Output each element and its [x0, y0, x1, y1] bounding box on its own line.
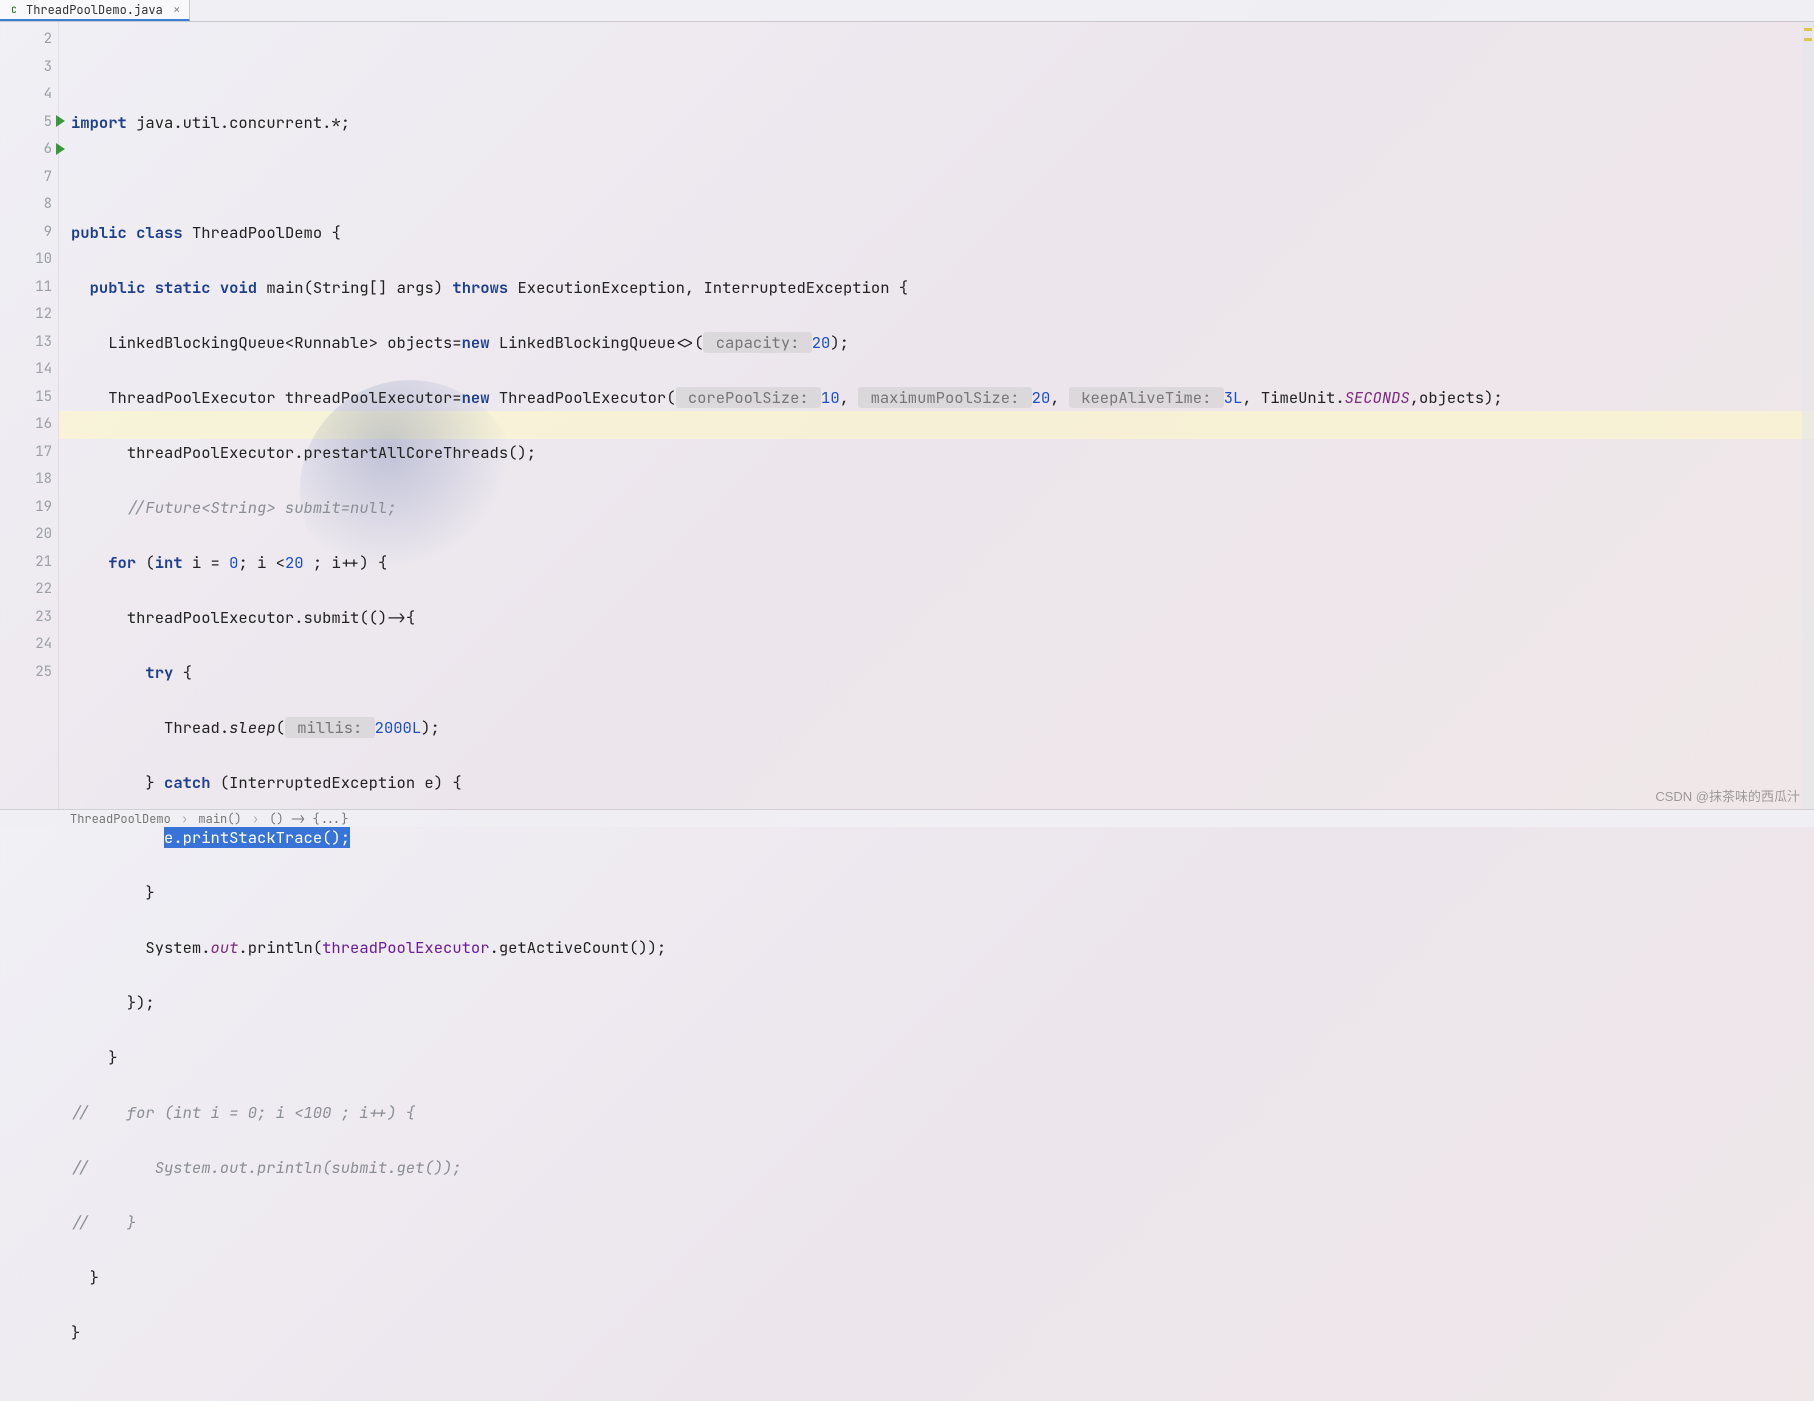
tab-filename: ThreadPoolDemo.java	[26, 2, 163, 18]
line-number: 23	[0, 604, 58, 632]
code-line[interactable]: });	[71, 989, 1814, 1017]
code-line[interactable]: }	[71, 1319, 1814, 1347]
line-number: 2	[0, 26, 58, 54]
chevron-right-icon: ›	[252, 811, 259, 827]
crumb[interactable]: ThreadPoolDemo	[70, 811, 171, 827]
line-number: 12	[0, 301, 58, 329]
line-number: 8	[0, 191, 58, 219]
line-number: 22	[0, 576, 58, 604]
line-number: 5	[0, 109, 58, 137]
code-line[interactable]: public class ThreadPoolDemo {	[71, 219, 1814, 247]
line-number: 3	[0, 54, 58, 82]
code-line[interactable]: import java.util.concurrent.*;	[71, 109, 1814, 137]
code-line[interactable]: try {	[71, 659, 1814, 687]
stripe-marker	[1804, 38, 1812, 41]
line-number: 16	[0, 411, 58, 439]
line-gutter: 2345678910111213141516171819202122232425	[0, 22, 58, 809]
code-line[interactable]	[71, 54, 1814, 82]
line-number: 7	[0, 164, 58, 192]
code-line[interactable]: e.printStackTrace();	[71, 824, 1814, 852]
code-line[interactable]	[71, 164, 1814, 192]
status-bar: ThreadPoolDemo › main() › () -> {...}	[0, 809, 1814, 827]
code-line[interactable]: // }	[71, 1209, 1814, 1237]
line-number: 6	[0, 136, 58, 164]
crumb[interactable]: () -> {...}	[269, 811, 348, 827]
line-number: 21	[0, 549, 58, 577]
code-line[interactable]: }	[71, 879, 1814, 907]
line-number: 20	[0, 521, 58, 549]
line-number: 10	[0, 246, 58, 274]
crumb[interactable]: main()	[198, 811, 241, 827]
code-line[interactable]: LinkedBlockingQueue<Runnable> objects=ne…	[71, 329, 1814, 357]
editor-area: 2345678910111213141516171819202122232425…	[0, 22, 1814, 809]
code-line[interactable]: ThreadPoolExecutor threadPoolExecutor=ne…	[71, 384, 1814, 412]
line-number: 25	[0, 659, 58, 687]
code-column[interactable]: import java.util.concurrent.*; public cl…	[58, 22, 1814, 809]
code-line[interactable]: }	[71, 1044, 1814, 1072]
breadcrumb[interactable]: ThreadPoolDemo › main() › () -> {...}	[70, 811, 348, 827]
editor-tabbar: C ThreadPoolDemo.java ×	[0, 0, 1814, 22]
stripe-marker	[1804, 28, 1812, 31]
line-number: 19	[0, 494, 58, 522]
code-line[interactable]: // System.out.println(submit.get());	[71, 1154, 1814, 1182]
code-line[interactable]: threadPoolExecutor.prestartAllCoreThread…	[71, 439, 1814, 467]
scrollbar-stripe[interactable]	[1802, 22, 1814, 809]
code-line[interactable]: }	[71, 1264, 1814, 1292]
line-number: 15	[0, 384, 58, 412]
code-line[interactable]: } catch (InterruptedException e) {	[71, 769, 1814, 797]
code-line[interactable]: Thread.sleep( millis: 2000L);	[71, 714, 1814, 742]
line-number: 17	[0, 439, 58, 467]
line-number: 24	[0, 631, 58, 659]
line-number: 18	[0, 466, 58, 494]
code-line[interactable]: threadPoolExecutor.submit(()->{	[71, 604, 1814, 632]
code-area[interactable]: import java.util.concurrent.*; public cl…	[59, 22, 1814, 1401]
selected-text[interactable]: e.printStackTrace();	[164, 827, 350, 848]
code-line[interactable]: public static void main(String[] args) t…	[71, 274, 1814, 302]
code-line[interactable]: // for (int i = 0; i <100 ; i++) {	[71, 1099, 1814, 1127]
watermark-text: CSDN @抹茶味的西瓜汁	[1655, 786, 1800, 805]
close-icon[interactable]: ×	[173, 1, 181, 18]
line-number: 11	[0, 274, 58, 302]
code-line[interactable]: System.out.println(threadPoolExecutor.ge…	[71, 934, 1814, 962]
tab-file[interactable]: C ThreadPoolDemo.java ×	[0, 0, 190, 21]
line-number: 14	[0, 356, 58, 384]
java-class-icon: C	[8, 4, 20, 16]
line-number: 4	[0, 81, 58, 109]
line-number: 13	[0, 329, 58, 357]
chevron-right-icon: ›	[181, 811, 188, 827]
code-line[interactable]: //Future<String> submit=null;	[71, 494, 1814, 522]
code-line[interactable]: for (int i = 0; i <20 ; i++) {	[71, 549, 1814, 577]
line-number: 9	[0, 219, 58, 247]
